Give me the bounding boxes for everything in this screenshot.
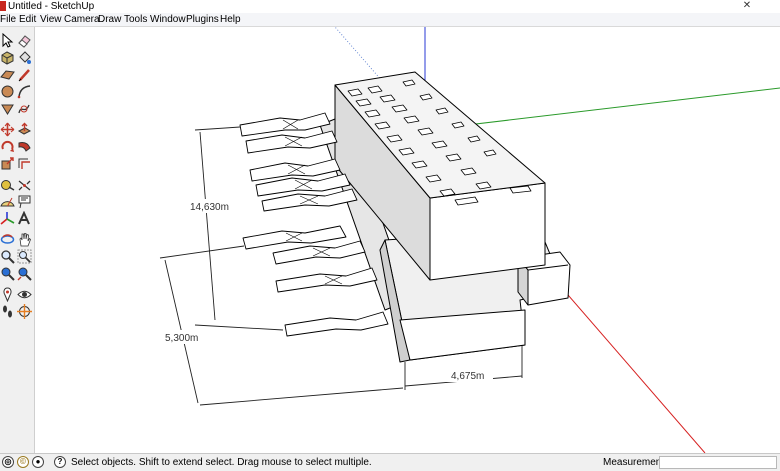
menu-camera[interactable]: Camera — [64, 13, 100, 26]
menu-tools[interactable]: Tools — [124, 13, 147, 26]
scale-icon[interactable] — [0, 156, 15, 171]
title-bar: Untitled - SketchUp ✕ — [0, 0, 780, 14]
rectangle-icon[interactable] — [0, 67, 15, 82]
geo-location-icon[interactable]: ◎ — [2, 456, 14, 468]
tape-measure-icon[interactable] — [0, 177, 15, 192]
large-tool-set — [0, 27, 35, 453]
close-window-button[interactable]: ✕ — [738, 1, 756, 11]
green-axis — [424, 87, 780, 131]
window-title: Untitled - SketchUp — [8, 1, 95, 12]
menu-file[interactable]: File — [0, 13, 16, 26]
dimension-depth-label: 14,630m — [190, 202, 229, 213]
menu-view[interactable]: View — [40, 13, 62, 26]
menu-window[interactable]: Window — [150, 13, 186, 26]
protractor-icon[interactable] — [0, 194, 15, 209]
zoom-window-icon[interactable] — [17, 249, 32, 264]
section-plane-icon[interactable] — [17, 304, 32, 319]
user-icon[interactable]: ● — [32, 456, 44, 468]
pan-hand-icon[interactable] — [17, 232, 32, 247]
component-icon[interactable] — [0, 50, 15, 65]
status-hint: Select objects. Shift to extend select. … — [71, 457, 372, 468]
axes-icon[interactable] — [0, 211, 15, 226]
zoom-extents-icon[interactable] — [17, 266, 32, 281]
zoom-icon[interactable] — [0, 249, 15, 264]
arc-icon[interactable] — [17, 84, 32, 99]
rotate-icon[interactable] — [0, 139, 15, 154]
circle-icon[interactable] — [0, 84, 15, 99]
dimension-height-label: 5,300m — [165, 333, 198, 344]
eraser-icon[interactable] — [17, 33, 32, 48]
move-icon[interactable] — [0, 122, 15, 137]
follow-me-icon[interactable] — [17, 139, 32, 154]
previous-view-icon[interactable] — [0, 266, 15, 281]
sketchup-logo-icon — [0, 1, 6, 11]
3d-text-icon[interactable] — [17, 211, 32, 226]
offset-icon[interactable] — [17, 156, 32, 171]
eye-icon[interactable] — [17, 287, 32, 302]
credits-icon[interactable]: © — [17, 456, 29, 468]
position-camera-icon[interactable] — [0, 287, 15, 302]
push-pull-icon[interactable] — [17, 122, 32, 137]
status-bar: ◎ © ● ? Select objects. Shift to extend … — [0, 453, 780, 471]
paint-bucket-icon[interactable] — [17, 50, 32, 65]
orbit-icon[interactable] — [0, 232, 15, 247]
select-arrow-icon[interactable] — [0, 33, 15, 48]
text-icon[interactable] — [17, 194, 32, 209]
measurements-input[interactable] — [659, 456, 777, 469]
polygon-icon[interactable] — [0, 101, 15, 116]
menu-bar: File Edit View Camera Draw Tools Window … — [0, 13, 780, 27]
pencil-icon[interactable] — [17, 67, 32, 82]
connector-model[interactable] — [239, 71, 571, 363]
dimension-icon[interactable] — [17, 177, 32, 192]
dimension-width-label: 4,675m — [451, 371, 484, 382]
freehand-icon[interactable] — [17, 101, 32, 116]
help-icon[interactable]: ? — [54, 456, 66, 468]
model-canvas[interactable]: 14,630m 5,300m 4,675m — [35, 27, 780, 453]
menu-help[interactable]: Help — [220, 13, 241, 26]
menu-edit[interactable]: Edit — [19, 13, 36, 26]
menu-plugins[interactable]: Plugins — [186, 13, 219, 26]
menu-draw[interactable]: Draw — [98, 13, 121, 26]
footprints-icon[interactable] — [0, 304, 15, 319]
model-viewport[interactable]: 14,630m 5,300m 4,675m — [35, 27, 780, 453]
